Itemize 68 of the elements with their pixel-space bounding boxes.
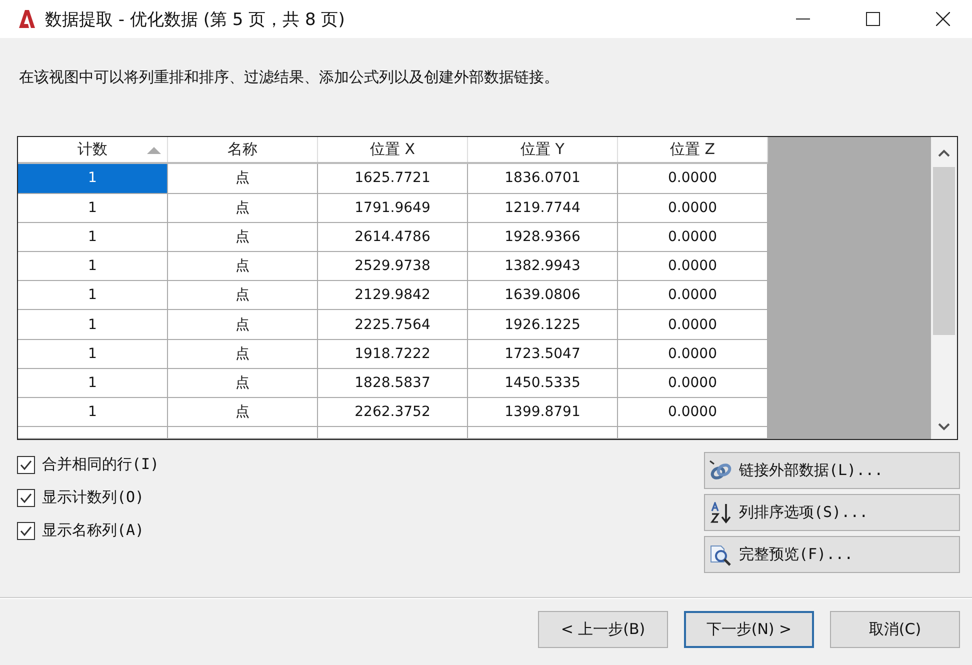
table-cell[interactable]: 1450.5335 <box>468 368 618 398</box>
table-cell[interactable]: 点 <box>168 164 318 194</box>
checkbox-label[interactable]: 显示计数列(O) <box>42 488 144 507</box>
table-cell[interactable] <box>618 427 768 439</box>
checkbox-label[interactable]: 合并相同的行(I) <box>42 455 160 474</box>
magnifier-page-icon <box>709 544 733 566</box>
table-cell[interactable]: 1 <box>18 222 168 252</box>
table-cell[interactable]: 1928.9366 <box>468 222 618 252</box>
maximize-icon[interactable] <box>866 12 880 26</box>
table-cell[interactable]: 点 <box>168 222 318 252</box>
table-cell[interactable]: 1 <box>18 310 168 340</box>
table-cell[interactable]: 点 <box>168 368 318 398</box>
table-cell[interactable]: 1 <box>18 340 168 369</box>
side-button[interactable]: 列排序选项(S)... <box>704 494 960 531</box>
vertical-scrollbar[interactable] <box>931 137 957 439</box>
close-icon[interactable] <box>936 12 950 26</box>
table-cell[interactable] <box>468 427 618 439</box>
table-cell[interactable] <box>168 427 318 439</box>
sort-az-icon <box>709 502 733 524</box>
table-cell[interactable]: 2262.3752 <box>318 398 468 428</box>
table-cell[interactable]: 1 <box>18 398 168 428</box>
column-header[interactable]: 位置 Y <box>468 137 618 162</box>
table-cell[interactable]: 2529.9738 <box>318 252 468 282</box>
table-cell[interactable]: 点 <box>168 310 318 340</box>
app-logo-icon <box>17 9 37 29</box>
table-cell[interactable] <box>18 427 168 439</box>
checkbox[interactable] <box>17 488 35 506</box>
checkbox-label[interactable]: 显示名称列(A) <box>42 521 144 540</box>
table-cell[interactable]: 1399.8791 <box>468 398 618 428</box>
table-cell[interactable]: 1918.7222 <box>318 340 468 369</box>
wizard-button[interactable]: < 上一步(B) <box>538 611 668 648</box>
scroll-down-icon[interactable] <box>938 423 950 431</box>
table-cell[interactable]: 1 <box>18 164 168 194</box>
table-cell[interactable] <box>318 427 468 439</box>
table-cell[interactable]: 2225.7564 <box>318 310 468 340</box>
table-cell[interactable]: 1 <box>18 194 168 223</box>
table-cell[interactable]: 1791.9649 <box>318 194 468 223</box>
wizard-button[interactable]: 下一步(N) > <box>684 611 814 648</box>
column-header[interactable]: 名称 <box>168 137 318 162</box>
table-cell[interactable]: 2129.9842 <box>318 281 468 310</box>
table-cell[interactable]: 1625.7721 <box>318 164 468 194</box>
table-cell[interactable]: 点 <box>168 281 318 310</box>
checkbox[interactable] <box>17 456 35 474</box>
table-cell[interactable]: 1639.0806 <box>468 281 618 310</box>
table-cell[interactable]: 点 <box>168 252 318 282</box>
table-cell[interactable]: 点 <box>168 340 318 369</box>
side-button[interactable]: 链接外部数据(L)... <box>704 452 960 489</box>
table-cell[interactable]: 1382.9943 <box>468 252 618 282</box>
window-title: 数据提取 - 优化数据 (第 5 页，共 8 页) <box>45 8 345 30</box>
table-cell[interactable]: 1926.1225 <box>468 310 618 340</box>
chain-link-icon <box>709 460 733 482</box>
checkbox[interactable] <box>17 522 35 540</box>
description-text: 在该视图中可以将列重排和排序、过滤结果、添加公式列以及创建外部数据链接。 <box>19 68 560 88</box>
wizard-button[interactable]: 取消(C) <box>830 611 960 648</box>
table-cell[interactable]: 点 <box>168 398 318 428</box>
table-cell[interactable]: 1836.0701 <box>468 164 618 194</box>
scroll-up-icon[interactable] <box>938 149 950 157</box>
table-cell[interactable]: 1 <box>18 281 168 310</box>
table-cell[interactable]: 1723.5047 <box>468 340 618 369</box>
column-header[interactable]: 位置 X <box>318 137 468 162</box>
table-cell[interactable]: 1 <box>18 252 168 282</box>
table-cell[interactable]: 点 <box>168 194 318 223</box>
table-cell[interactable]: 1828.5837 <box>318 368 468 398</box>
table-cell[interactable]: 1 <box>18 368 168 398</box>
table-cell[interactable]: 1219.7744 <box>468 194 618 223</box>
column-header[interactable]: 计数 <box>18 137 168 162</box>
table-cell[interactable]: 2614.4786 <box>318 222 468 252</box>
side-button[interactable]: 完整预览(F)... <box>704 536 960 573</box>
